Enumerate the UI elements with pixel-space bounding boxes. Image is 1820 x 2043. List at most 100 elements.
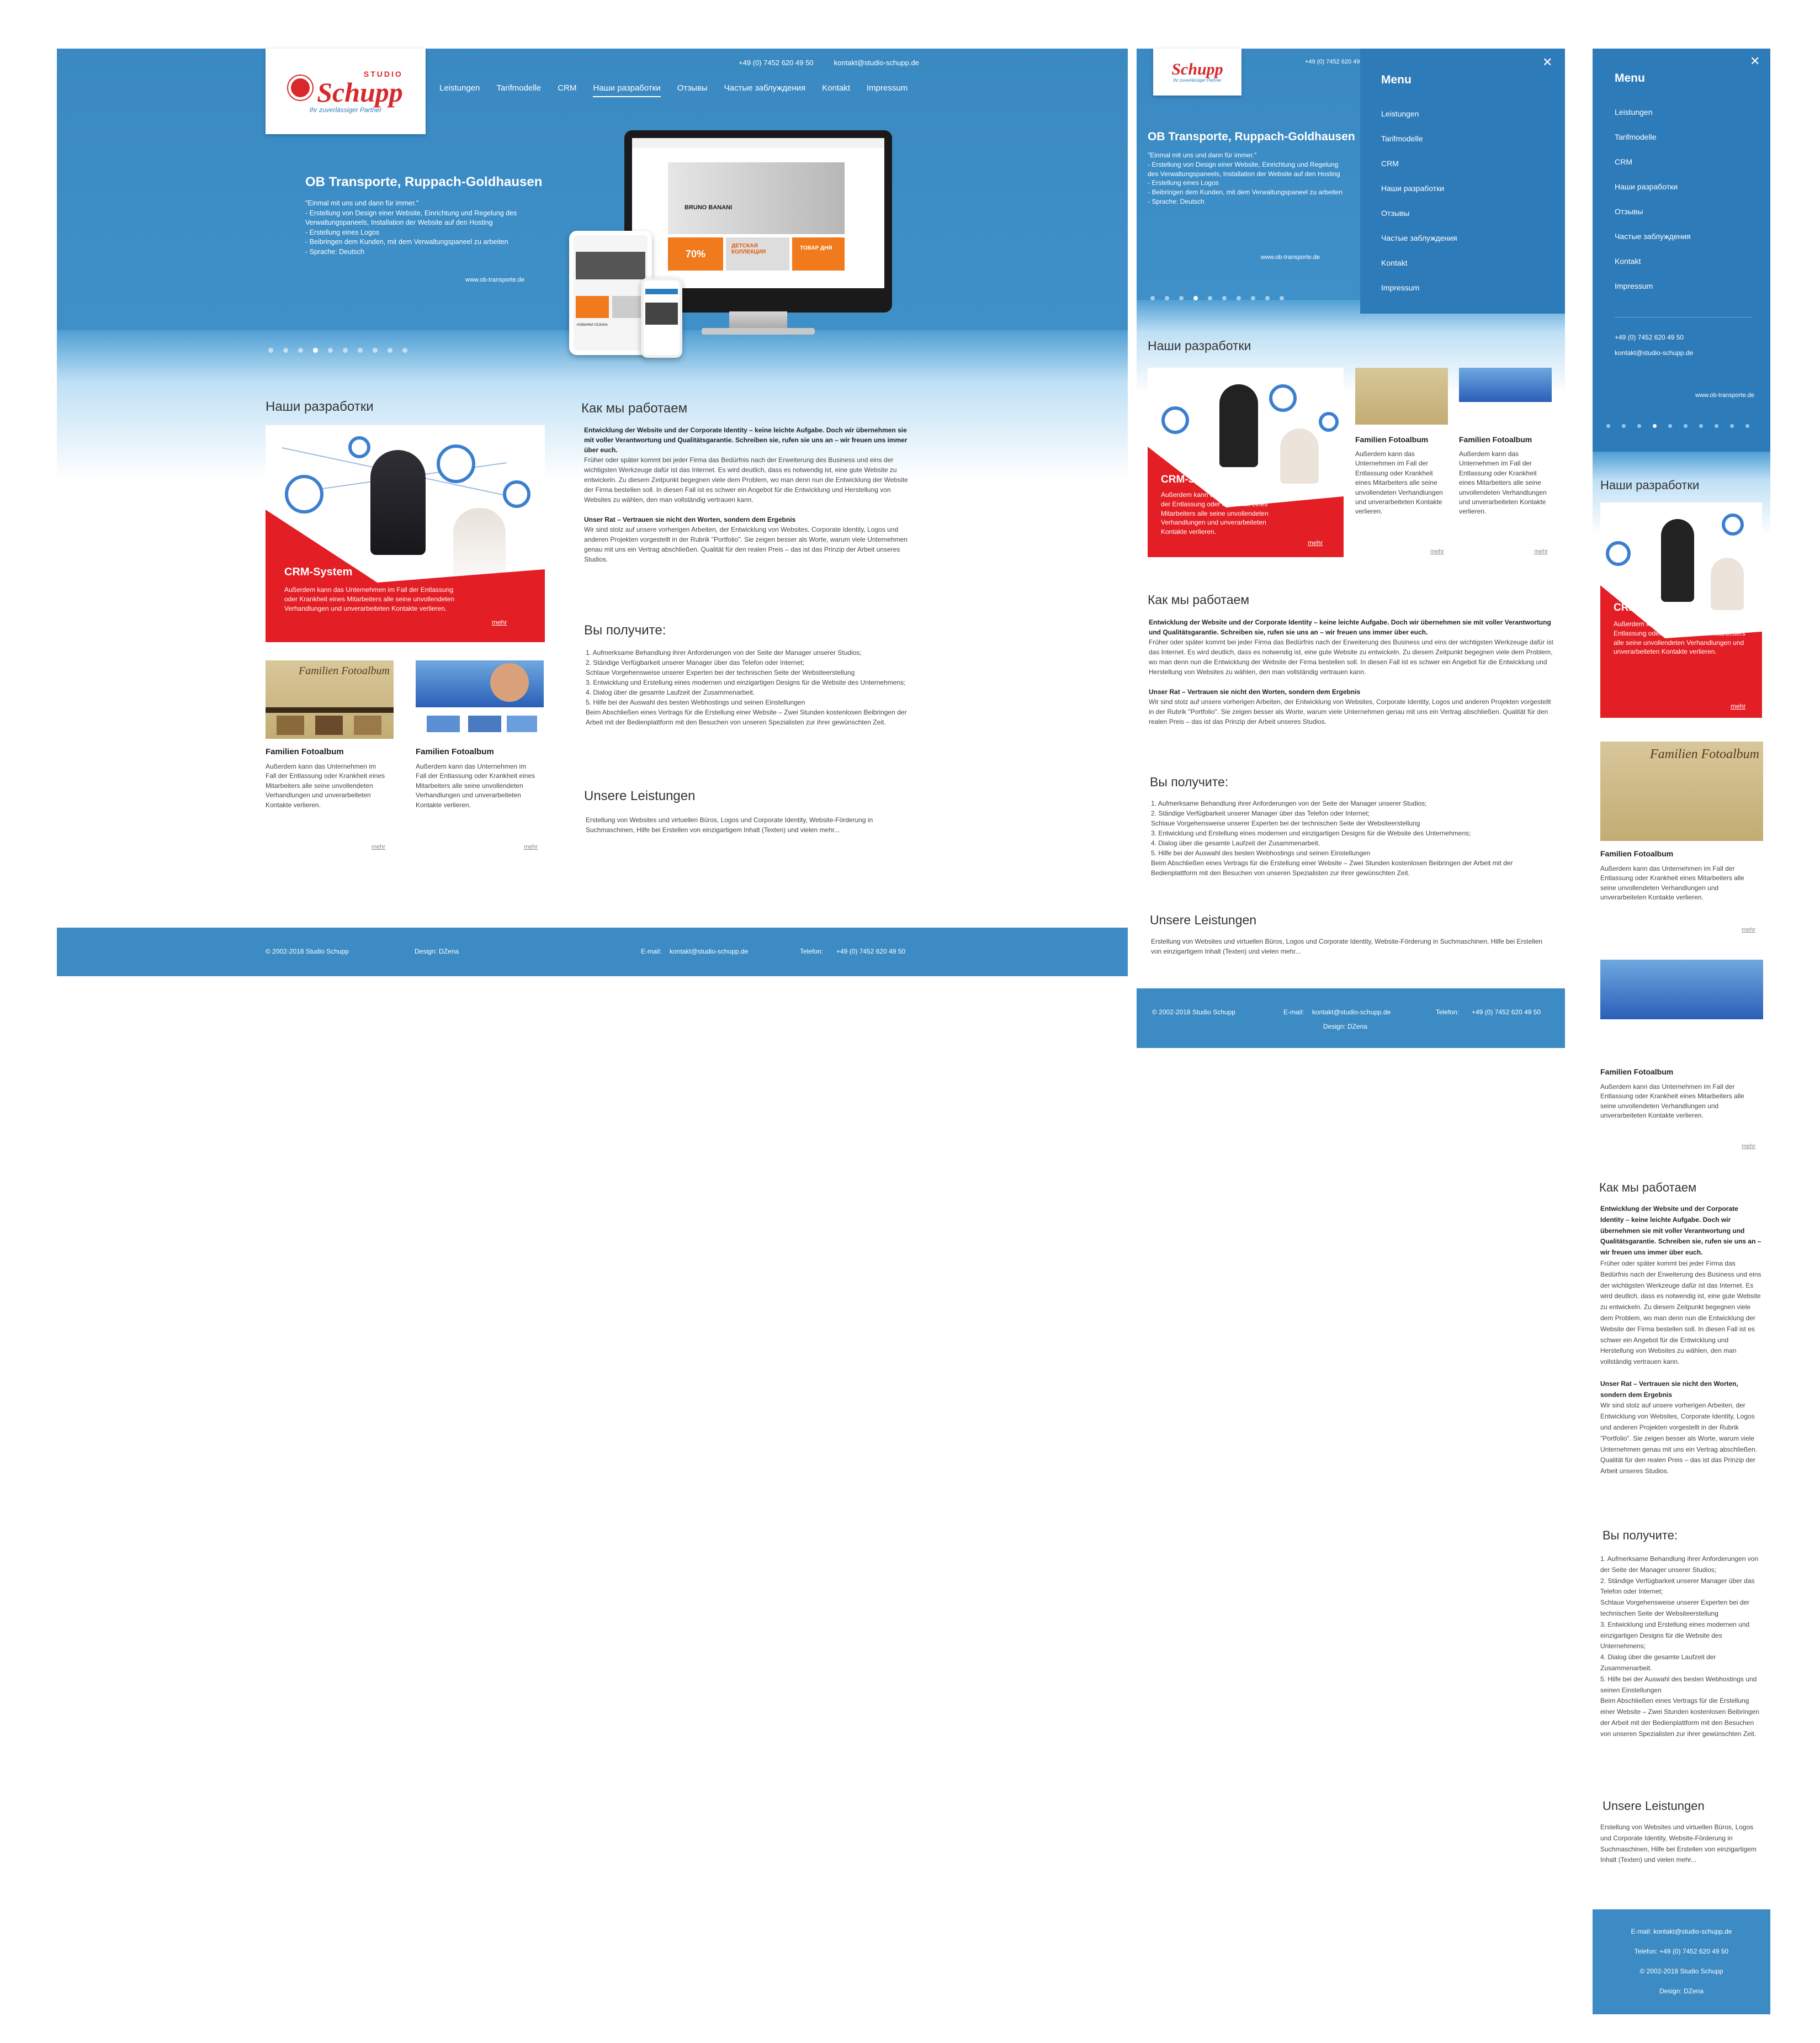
mobile-foto-card-2-image[interactable] <box>1600 960 1763 1059</box>
slider-dot[interactable] <box>402 348 407 353</box>
tablet-foto-card-2-more[interactable]: mehr <box>1534 548 1548 555</box>
slider-dot[interactable] <box>1730 424 1734 428</box>
mobile-menu-item[interactable]: Отзывы <box>1615 207 1643 216</box>
slider-dot[interactable] <box>1715 424 1718 428</box>
tablet-foto-card-1-image[interactable] <box>1355 368 1448 425</box>
slider-dot[interactable] <box>268 348 273 353</box>
mobile-menu-item[interactable]: Leistungen <box>1615 108 1653 117</box>
nav-projects[interactable]: Наши разработки <box>593 83 661 97</box>
tablet-menu-item[interactable]: Impressum <box>1381 283 1419 292</box>
slider-dot[interactable] <box>1699 424 1703 428</box>
mobile-menu-item[interactable]: Tarifmodelle <box>1615 133 1656 141</box>
crm-card[interactable]: CRM-System Außerdem kann das Unternehmen… <box>266 425 545 642</box>
slider-dot[interactable] <box>358 348 363 353</box>
slide-link[interactable]: www.ob-transporte.de <box>465 277 524 283</box>
mobile-menu-item[interactable]: Частые заблуждения <box>1615 232 1691 241</box>
tablet-footer-email[interactable]: kontakt@studio-schupp.de <box>1312 1008 1391 1016</box>
tablet-foto-card-2-image[interactable] <box>1459 368 1552 425</box>
slider-dot[interactable] <box>1265 296 1270 300</box>
mobile-foto-card-1-image[interactable]: Familien Fotoalbum <box>1600 742 1763 841</box>
mobile-menu-item[interactable]: Наши разработки <box>1615 182 1678 191</box>
slide-line: - Erstellung eines Logos <box>1148 179 1219 187</box>
slider-dot[interactable] <box>1745 424 1749 428</box>
tablet-menu-item[interactable]: Отзывы <box>1381 209 1409 218</box>
businessman-photo <box>370 450 426 555</box>
tablet-menu-item[interactable]: Kontakt <box>1381 258 1407 267</box>
mobile-footer-phone[interactable]: +49 (0) 7452 620 49 50 <box>1659 1947 1728 1955</box>
slider-dot[interactable] <box>1165 296 1169 300</box>
mobile-foto-card-1-more[interactable]: mehr <box>1742 927 1755 933</box>
slider-dot[interactable] <box>1637 424 1641 428</box>
tablet-menu-item[interactable]: Частые заблуждения <box>1381 234 1457 242</box>
slider-dot[interactable] <box>373 348 378 353</box>
mobile-menu-email[interactable]: kontakt@studio-schupp.de <box>1615 349 1693 357</box>
tablet-menu-item[interactable]: Leistungen <box>1381 109 1419 118</box>
mobile-foto-card-2-more[interactable]: mehr <box>1742 1143 1755 1150</box>
tablet-slide-link[interactable]: www.ob-transporte.de <box>1261 254 1320 261</box>
slider-dot[interactable] <box>1668 424 1672 428</box>
crm-more-link[interactable]: mehr <box>492 618 507 626</box>
tablet-crm-more[interactable]: mehr <box>1308 539 1323 547</box>
top-email[interactable]: kontakt@studio-schupp.de <box>834 59 919 67</box>
footer-phone[interactable]: +49 (0) 7452 620 49 50 <box>836 948 905 955</box>
slider-dot[interactable] <box>328 348 333 353</box>
slider-dot[interactable] <box>1280 296 1284 300</box>
mobile-footer-design[interactable]: Design: DZena <box>1593 1987 1770 1995</box>
nav-tarifmodelle[interactable]: Tarifmodelle <box>496 83 541 97</box>
tablet-footer-design[interactable]: Design: DZena <box>1323 1023 1367 1030</box>
mobile-menu-phone[interactable]: +49 (0) 7452 620 49 50 <box>1615 334 1684 341</box>
tablet-menu-item[interactable]: Tarifmodelle <box>1381 134 1423 143</box>
slider-dot[interactable] <box>388 348 392 353</box>
tablet-menu-item[interactable]: CRM <box>1381 159 1399 168</box>
mobile-footer-email-label: E-mail: <box>1631 1928 1652 1935</box>
mobile-menu-item[interactable]: CRM <box>1615 157 1632 166</box>
mobile-close-icon[interactable]: ✕ <box>1750 54 1760 68</box>
tablet-logo[interactable]: Schupp Ihr zuverlässiger Partner <box>1153 49 1241 96</box>
close-icon[interactable]: ✕ <box>1542 55 1552 70</box>
slider-dot-active[interactable] <box>1193 296 1198 300</box>
nav-crm[interactable]: CRM <box>558 83 576 97</box>
tablet-foto-card-1-more[interactable]: mehr <box>1430 548 1444 555</box>
logo[interactable]: STUDIO Schupp Ihr zuverlässiger Partner <box>266 49 426 134</box>
nav-reviews[interactable]: Отзывы <box>677 83 708 97</box>
tablet-crm-card[interactable]: CRM-System Außerdem kann das Unternehmen… <box>1148 368 1344 557</box>
mobile-menu-item[interactable]: Kontakt <box>1615 257 1641 266</box>
slider-dot[interactable] <box>1208 296 1212 300</box>
slider-dot[interactable] <box>343 348 348 353</box>
tablet-top-phone[interactable]: +49 (0) 7452 620 49 50 <box>1305 59 1368 65</box>
slider-dot[interactable] <box>1222 296 1227 300</box>
businesswoman-photo <box>1280 428 1319 484</box>
footer-email[interactable]: kontakt@studio-schupp.de <box>670 948 748 955</box>
foto-card-2-more[interactable]: mehr <box>524 844 538 850</box>
tablet-menu-item[interactable]: Наши разработки <box>1381 184 1444 193</box>
mobile-footer-email[interactable]: kontakt@studio-schupp.de <box>1653 1928 1732 1935</box>
slider-dot[interactable] <box>1251 296 1255 300</box>
slider-dot[interactable] <box>1237 296 1241 300</box>
foto-card-2-image[interactable] <box>416 660 544 739</box>
mobile-menu-item[interactable]: Impressum <box>1615 282 1653 290</box>
slider-dot[interactable] <box>1684 424 1688 428</box>
nav-faq[interactable]: Частые заблуждения <box>724 83 805 97</box>
slider-dot[interactable] <box>1179 296 1184 300</box>
slider-dot-active[interactable] <box>313 348 318 353</box>
slider-dot[interactable] <box>1150 296 1155 300</box>
slider-dot[interactable] <box>1622 424 1626 428</box>
foto-card-1-image[interactable]: Familien Fotoalbum <box>266 660 394 739</box>
mobile-slide-link[interactable]: www.ob-transporte.de <box>1695 392 1754 399</box>
tablet-footer-phone[interactable]: +49 (0) 7452 620 49 50 <box>1472 1008 1541 1016</box>
foto-card-1-more[interactable]: mehr <box>372 844 385 850</box>
tablet-foto-card-2-text: Außerdem kann das Unternehmen im Fall de… <box>1459 450 1547 516</box>
top-phone[interactable]: +49 (0) 7452 620 49 50 <box>739 59 814 67</box>
network-node-icon <box>285 475 323 514</box>
footer-design[interactable]: Design: DZena <box>415 948 459 955</box>
nav-impressum[interactable]: Impressum <box>867 83 908 97</box>
slider-dot-active[interactable] <box>1653 424 1657 428</box>
nav-leistungen[interactable]: Leistungen <box>439 83 480 97</box>
slider-dot[interactable] <box>1606 424 1610 428</box>
mobile-crm-more[interactable]: mehr <box>1731 702 1745 710</box>
slider-dot[interactable] <box>298 348 303 353</box>
slider-dot[interactable] <box>283 348 288 353</box>
mobile-crm-card[interactable]: CRM-System Außerdem kann das Unternehmen… <box>1600 502 1762 718</box>
how-p2-bold: Unser Rat – Vertrauen sie nicht den Wort… <box>1600 1379 1738 1399</box>
nav-kontakt[interactable]: Kontakt <box>822 83 850 97</box>
